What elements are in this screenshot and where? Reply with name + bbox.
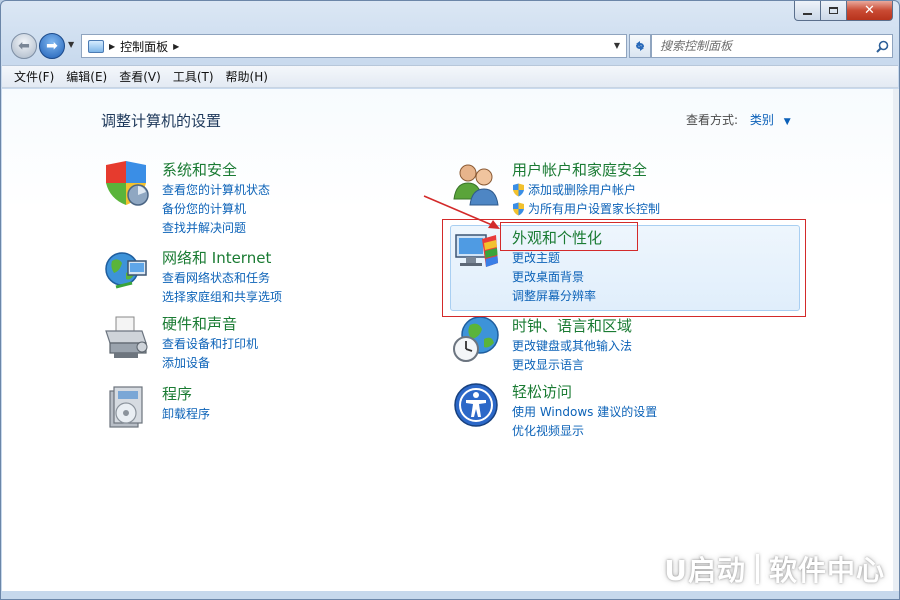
- watermark-divider: [755, 554, 759, 584]
- control-panel-window: ✕ ⬅ ➡ ▼ ▶ 控制面板 ▶ ▼ 搜索控制面板 文件(F) 编辑(E) 查看…: [0, 0, 900, 600]
- breadcrumb-control-panel[interactable]: 控制面板: [120, 38, 168, 55]
- refresh-icon: [636, 41, 644, 51]
- refresh-button[interactable]: [629, 34, 651, 58]
- link-change-display-language[interactable]: 更改显示语言: [512, 355, 632, 374]
- link-backup-computer[interactable]: 备份您的计算机: [162, 199, 270, 218]
- search-input[interactable]: [652, 36, 872, 56]
- menu-help[interactable]: 帮助(H): [220, 68, 274, 85]
- breadcrumb-separator-icon[interactable]: ▶: [173, 42, 179, 51]
- ease-of-access-icon[interactable]: [452, 381, 500, 429]
- close-icon: ✕: [864, 3, 875, 18]
- maximize-button[interactable]: [821, 1, 847, 21]
- link-troubleshoot[interactable]: 查找并解决问题: [162, 218, 270, 237]
- clock-globe-icon[interactable]: [452, 315, 500, 363]
- menu-edit[interactable]: 编辑(E): [60, 68, 113, 85]
- category-links: 查看网络状态和任务 选择家庭组和共享选项: [162, 268, 282, 306]
- link-view-network-status[interactable]: 查看网络状态和任务: [162, 268, 282, 287]
- category-title-hardware-sound[interactable]: 硬件和声音: [162, 313, 237, 334]
- right-edge: [893, 89, 899, 591]
- annotation-title-box: [500, 222, 638, 251]
- category-links: 更改键盘或其他输入法 更改显示语言: [512, 336, 632, 374]
- category-links: 查看您的计算机状态 备份您的计算机 查找并解决问题: [162, 180, 270, 237]
- view-by-chevron-icon[interactable]: ▼: [784, 117, 791, 127]
- address-bar[interactable]: ▶ 控制面板 ▶ ▼: [81, 34, 627, 58]
- watermark-brand: U启动: [664, 554, 746, 587]
- watermark: U启动 软件中心: [664, 549, 885, 589]
- link-parental-controls[interactable]: 为所有用户设置家长控制: [512, 199, 660, 218]
- menu-view[interactable]: 查看(V): [113, 68, 167, 85]
- menu-file[interactable]: 文件(F): [8, 68, 60, 85]
- forward-arrow-icon: ➡: [46, 38, 58, 54]
- link-optimize-visual-display[interactable]: 优化视频显示: [512, 421, 657, 440]
- content-pane: 调整计算机的设置 查看方式: 类别 ▼ 系统和安全 查看您的计算机状态 备份您的…: [2, 89, 898, 591]
- annotation-arrow-icon: [423, 195, 500, 229]
- link-add-remove-accounts-label[interactable]: 添加或删除用户帐户: [528, 181, 636, 198]
- category-links: 使用 Windows 建议的设置 优化视频显示: [512, 402, 657, 440]
- minimize-button[interactable]: [794, 1, 821, 21]
- view-by-dropdown[interactable]: 类别: [750, 113, 774, 127]
- link-parental-controls-label[interactable]: 为所有用户设置家长控制: [528, 200, 660, 217]
- window-caption-buttons: ✕: [794, 1, 893, 21]
- link-recommended-settings[interactable]: 使用 Windows 建议的设置: [512, 402, 657, 421]
- menu-bar: 文件(F) 编辑(E) 查看(V) 工具(T) 帮助(H): [2, 65, 898, 88]
- back-arrow-icon: ⬅: [18, 38, 30, 54]
- category-links: 添加或删除用户帐户 为所有用户设置家长控制: [512, 180, 660, 218]
- link-uninstall-program[interactable]: 卸载程序: [162, 404, 210, 423]
- link-change-keyboards[interactable]: 更改键盘或其他输入法: [512, 336, 632, 355]
- uac-shield-icon: [513, 202, 524, 215]
- recent-pages-dropdown[interactable]: ▼: [68, 40, 74, 49]
- category-title-ease-of-access[interactable]: 轻松访问: [512, 381, 572, 402]
- category-links: 查看设备和打印机 添加设备: [162, 334, 258, 372]
- maximize-icon: [829, 7, 838, 14]
- close-button[interactable]: ✕: [847, 1, 893, 21]
- category-title-programs[interactable]: 程序: [162, 383, 192, 404]
- shield-icon[interactable]: [102, 159, 150, 207]
- breadcrumb-separator-icon[interactable]: ▶: [109, 42, 115, 51]
- search-icon[interactable]: [872, 40, 892, 53]
- minimize-icon: [803, 12, 812, 15]
- uac-shield-icon: [513, 183, 524, 196]
- page-title: 调整计算机的设置: [101, 112, 222, 130]
- search-box[interactable]: [651, 34, 893, 58]
- forward-button[interactable]: ➡: [39, 33, 65, 59]
- address-dropdown-icon[interactable]: ▼: [614, 41, 620, 50]
- printer-icon[interactable]: [102, 313, 150, 361]
- category-title-network-internet[interactable]: 网络和 Internet: [162, 247, 271, 268]
- control-panel-icon: [88, 39, 104, 53]
- view-by: 查看方式: 类别 ▼: [686, 111, 791, 128]
- link-homegroup-sharing[interactable]: 选择家庭组和共享选项: [162, 287, 282, 306]
- navigation-bar: ⬅ ➡ ▼ ▶ 控制面板 ▶ ▼: [9, 31, 893, 61]
- programs-icon[interactable]: [102, 383, 150, 431]
- view-by-label: 查看方式:: [686, 113, 739, 127]
- link-view-devices-printers[interactable]: 查看设备和打印机: [162, 334, 258, 353]
- back-button[interactable]: ⬅: [11, 33, 37, 59]
- link-view-computer-status[interactable]: 查看您的计算机状态: [162, 180, 270, 199]
- menu-tools[interactable]: 工具(T): [167, 68, 220, 85]
- category-title-clock-language-region[interactable]: 时钟、语言和区域: [512, 315, 632, 336]
- category-title-system-security[interactable]: 系统和安全: [162, 159, 237, 180]
- chevron-down-icon: ▼: [68, 40, 75, 49]
- network-globe-icon[interactable]: [102, 247, 150, 295]
- watermark-suffix: 软件中心: [768, 554, 885, 587]
- category-links: 卸载程序: [162, 404, 210, 423]
- category-title-user-accounts[interactable]: 用户帐户和家庭安全: [512, 159, 647, 180]
- link-add-device[interactable]: 添加设备: [162, 353, 258, 372]
- link-add-remove-accounts[interactable]: 添加或删除用户帐户: [512, 180, 660, 199]
